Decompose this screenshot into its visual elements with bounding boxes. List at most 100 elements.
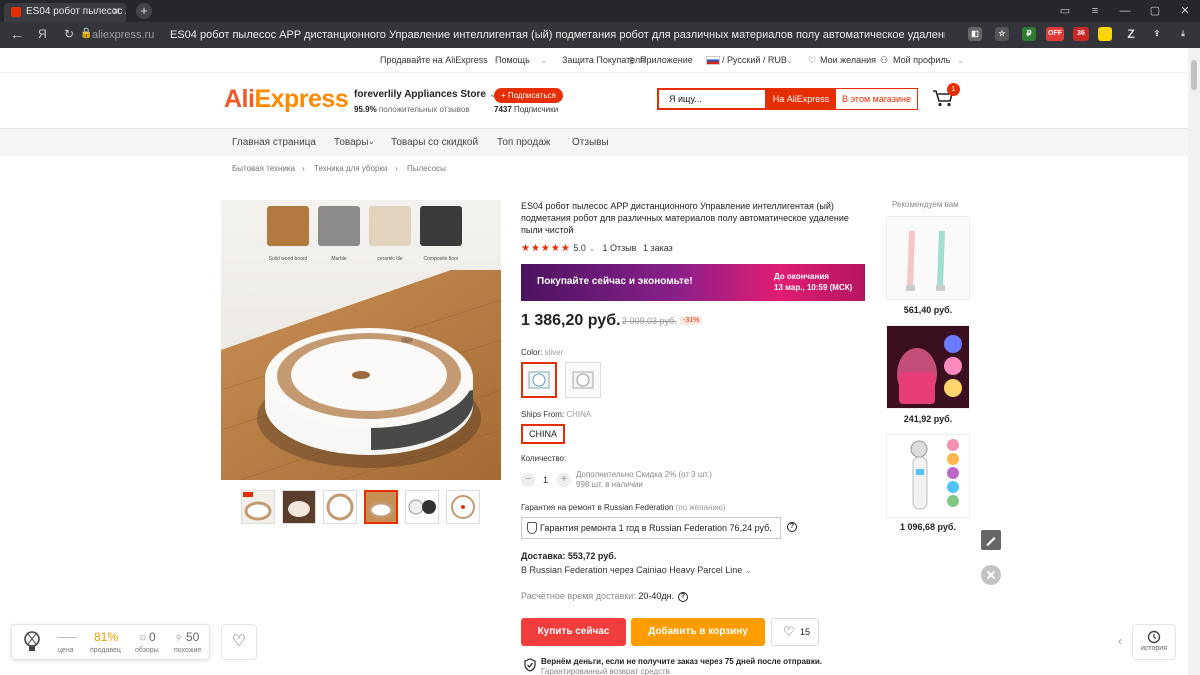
toothbrush-image: [887, 217, 969, 299]
menu-icon[interactable]: ≡: [1080, 0, 1110, 22]
color-swatch-icon: [528, 371, 550, 389]
counter-badge[interactable]: 36: [1073, 27, 1089, 41]
quantity-discount-note: Дополнительно Скидка 2% (от 3 шт.): [576, 470, 712, 479]
recommend-price-1[interactable]: 561,40 руб.: [886, 305, 970, 315]
extension-icon[interactable]: ◧: [968, 27, 982, 41]
search-store-button[interactable]: В этом магазине: [835, 88, 918, 110]
ruble-extension-icon[interactable]: ₽: [1022, 27, 1036, 41]
edit-button[interactable]: [981, 530, 1001, 550]
url-domain[interactable]: aliexpress.ru: [92, 26, 154, 44]
thumbnail-2[interactable]: [282, 490, 316, 524]
recommend-price-3[interactable]: 1 096,68 руб.: [886, 522, 970, 532]
ships-from-option[interactable]: CHINA: [521, 424, 566, 444]
search-aliexpress-button[interactable]: На AliExpress: [767, 88, 835, 110]
reviews-count[interactable]: 1 Отзыв: [602, 243, 636, 253]
locale-link[interactable]: / Русский / RUB: [722, 55, 787, 65]
menu-products[interactable]: Товары: [334, 137, 368, 148]
share-icon[interactable]: ⇪: [1150, 27, 1164, 41]
breadcrumb-appliances[interactable]: Бытовая техника: [232, 164, 295, 173]
breadcrumb-vacuums[interactable]: Пылесосы: [407, 164, 446, 173]
recommend-item-1[interactable]: [886, 216, 970, 300]
store-rating-value: 95.9%: [354, 105, 377, 114]
thumbnail-6[interactable]: [446, 490, 480, 524]
download-icon[interactable]: ⤓: [1176, 27, 1190, 41]
close-icon: [986, 570, 996, 580]
recommend-item-3[interactable]: [886, 434, 970, 518]
thumb-robot-icon: [326, 493, 354, 521]
close-panel-button[interactable]: [981, 565, 1001, 585]
rating-value[interactable]: 5.0: [573, 243, 586, 253]
menu-reviews[interactable]: Отзывы: [572, 137, 609, 148]
delivery-method[interactable]: В Russian Federation через Cainiao Heavy…: [521, 565, 752, 576]
quantity-plus-button[interactable]: +: [557, 473, 571, 487]
store-name[interactable]: foreverlily Appliances Store ⌄: [354, 89, 497, 100]
thumbnail-3[interactable]: [323, 490, 357, 524]
z-extension-icon[interactable]: Z: [1124, 27, 1138, 41]
wishlist-link[interactable]: Мои желания: [820, 55, 876, 65]
favorite-button[interactable]: ♡: [221, 624, 257, 660]
promo-banner[interactable]: Покупайте сейчас и экономьте! До окончан…: [521, 264, 865, 301]
adblock-badge[interactable]: OFF: [1046, 27, 1064, 41]
breadcrumb-cleaning[interactable]: Техника для уборки: [314, 164, 387, 173]
profile-link[interactable]: Мой профиль: [893, 55, 950, 65]
quantity-value[interactable]: 1: [543, 475, 548, 485]
store-menu: Главная страница Товары ⌄ Товары со скид…: [0, 128, 1188, 156]
warranty-option[interactable]: Гарантия ремонта 1 год в Russian Federat…: [521, 517, 781, 539]
tabs-icon[interactable]: ▭: [1050, 0, 1080, 22]
thumb-robot-icon: [366, 492, 396, 522]
floor-label-marble: Marble: [331, 256, 347, 262]
thumbnail-1[interactable]: [241, 490, 275, 524]
history-button[interactable]: история: [1132, 624, 1176, 660]
product-main-image[interactable]: Solid wood board Marble ceramic tile Com…: [221, 200, 501, 480]
quantity-label: Количество:: [521, 454, 567, 463]
sell-link[interactable]: Продавайте на AliExpress: [380, 55, 488, 65]
tab-close-icon[interactable]: ✕: [112, 5, 121, 18]
add-to-cart-button[interactable]: Добавить в корзину: [631, 618, 765, 646]
new-tab-button[interactable]: +: [136, 3, 152, 19]
app-link[interactable]: Приложение: [640, 55, 693, 65]
minimize-icon[interactable]: —: [1110, 0, 1140, 22]
subscribe-button[interactable]: + Подписаться: [494, 88, 563, 103]
profile-chevron-icon: ⌄: [957, 55, 965, 65]
bookmark-icon[interactable]: ☆: [995, 27, 1009, 41]
logo-main: Ali: [224, 85, 255, 113]
menu-home[interactable]: Главная страница: [232, 137, 316, 148]
url-page-title[interactable]: ES04 робот пылесос APP дистанционного Уп…: [170, 26, 945, 44]
collapse-arrow-icon[interactable]: ‹: [1118, 634, 1122, 648]
price-tracker-widget[interactable]: цена 81% продавец ⊡ 0 обзоры ⚲ 50 похожи…: [11, 624, 210, 660]
aliexpress-logo[interactable]: AliExpress: [224, 85, 349, 114]
color-option-silver[interactable]: [521, 362, 557, 398]
yandex-icon[interactable]: Я: [38, 26, 47, 42]
similar-value: 50: [186, 630, 200, 644]
scrollbar-thumb[interactable]: [1191, 60, 1197, 90]
buy-now-button[interactable]: Купить сейчас: [521, 618, 626, 646]
recommend-price-2[interactable]: 241,92 руб.: [886, 414, 970, 424]
menu-sale[interactable]: Товары со скидкой: [391, 137, 478, 148]
color-option-2[interactable]: [565, 362, 601, 398]
warranty-help-icon[interactable]: ?: [787, 522, 797, 532]
menu-top[interactable]: Топ продаж: [497, 137, 551, 148]
top-nav: Продавайте на AliExpress Помощь ⌄ Защита…: [0, 48, 1188, 72]
store-name-text: foreverlily Appliances Store: [354, 89, 486, 100]
extension-yellow-icon[interactable]: ⚡: [1098, 27, 1112, 41]
browser-tab[interactable]: ES04 робот пылесос А... ✕: [4, 3, 126, 22]
thumbnail-5[interactable]: [405, 490, 439, 524]
heart-icon: ♡: [808, 55, 817, 65]
ships-value: CHINA: [566, 410, 592, 419]
delivery-chevron-icon: ⌄: [744, 565, 753, 575]
thumbnail-4-selected[interactable]: [364, 490, 398, 524]
wishlist-button[interactable]: ♡ 15: [771, 618, 819, 646]
reload-icon[interactable]: ↻: [64, 26, 74, 42]
back-icon[interactable]: ←: [10, 26, 24, 42]
delivery-eta: Расчётное время доставки: 20-40дн.: [521, 591, 674, 601]
help-link[interactable]: Помощь: [495, 55, 530, 65]
quantity-minus-button[interactable]: −: [521, 473, 535, 487]
recommend-item-2[interactable]: [886, 325, 970, 409]
close-window-icon[interactable]: ✕: [1170, 0, 1200, 22]
thumb-robot-icon: [408, 499, 436, 515]
maximize-icon[interactable]: ▢: [1140, 0, 1170, 22]
page-scrollbar[interactable]: [1188, 48, 1200, 675]
search-input[interactable]: Я ищу...: [657, 88, 767, 110]
eta-help-icon[interactable]: ?: [678, 592, 688, 602]
product-rating: ★★★★★ 5.0 ⌄ 1 Отзыв 1 заказ: [521, 243, 673, 254]
